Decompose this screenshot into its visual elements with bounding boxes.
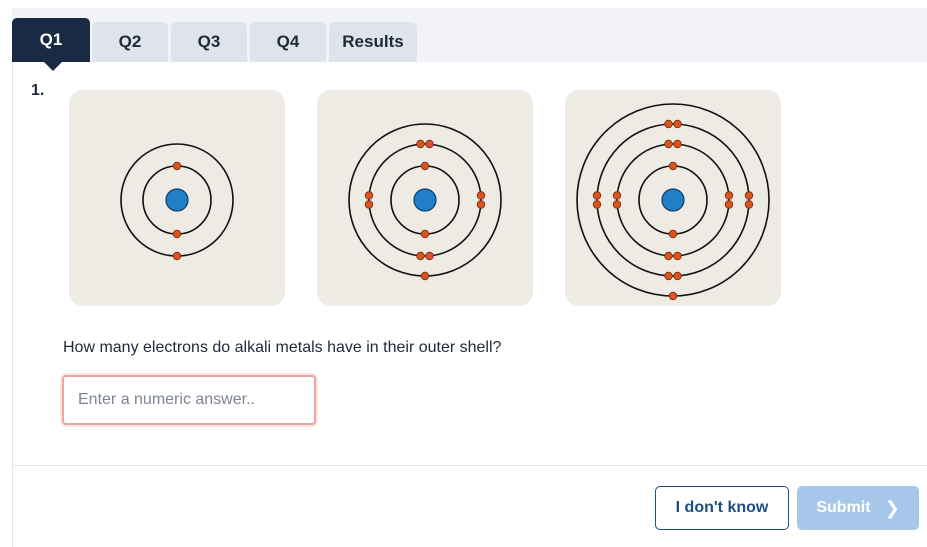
dont-know-button[interactable]: I don't know bbox=[655, 486, 789, 530]
active-tab-caret bbox=[44, 62, 62, 71]
electron bbox=[668, 291, 678, 301]
electron bbox=[724, 191, 734, 200]
electron bbox=[612, 191, 622, 200]
electron bbox=[673, 271, 682, 281]
electron bbox=[364, 191, 374, 200]
electron bbox=[476, 200, 486, 209]
electron bbox=[668, 229, 678, 239]
electron bbox=[664, 119, 673, 129]
electron bbox=[744, 191, 754, 200]
question-text: How many electrons do alkali metals have… bbox=[63, 339, 502, 356]
electron bbox=[673, 119, 682, 129]
electron bbox=[476, 191, 486, 200]
electron bbox=[592, 191, 602, 200]
electron bbox=[364, 200, 374, 209]
divider bbox=[13, 465, 927, 466]
electron bbox=[744, 200, 754, 209]
electron bbox=[425, 139, 434, 149]
atom-diagram-svg bbox=[348, 123, 502, 281]
electron bbox=[592, 200, 602, 209]
electron bbox=[724, 200, 734, 209]
tab-q4[interactable]: Q4 bbox=[250, 22, 326, 62]
question-number: 1. bbox=[31, 82, 45, 99]
electron bbox=[673, 251, 682, 261]
tab-q3[interactable]: Q3 bbox=[171, 22, 247, 62]
electron bbox=[420, 271, 430, 281]
tab-q2[interactable]: Q2 bbox=[92, 22, 168, 62]
nucleus bbox=[661, 188, 685, 212]
submit-label: Submit bbox=[816, 499, 871, 516]
electron bbox=[420, 229, 430, 239]
tab-results[interactable]: Results bbox=[329, 22, 417, 62]
electron bbox=[172, 229, 182, 239]
nucleus bbox=[413, 188, 437, 212]
electron bbox=[172, 161, 182, 171]
atom-diagram-lithium bbox=[69, 90, 285, 306]
electron bbox=[420, 161, 430, 171]
dont-know-label: I don't know bbox=[675, 499, 769, 516]
electron bbox=[673, 139, 682, 149]
electron bbox=[425, 251, 434, 261]
tab-bar: Q1 Q2 Q3 Q4 Results bbox=[12, 8, 927, 62]
electron bbox=[668, 161, 678, 171]
atom-diagram-sodium bbox=[317, 90, 533, 306]
atom-diagram-svg bbox=[120, 143, 234, 261]
electron bbox=[172, 251, 182, 261]
question-card: 1. How many electrons do alkali metals h… bbox=[12, 62, 927, 547]
tab-q1[interactable]: Q1 bbox=[12, 18, 90, 62]
submit-button[interactable]: Submit ❯ bbox=[797, 486, 919, 530]
electron bbox=[612, 200, 622, 209]
chevron-right-icon: ❯ bbox=[884, 497, 900, 518]
electron bbox=[664, 139, 673, 149]
electron bbox=[664, 251, 673, 261]
atom-diagram-svg bbox=[576, 103, 770, 301]
numeric-answer-input[interactable] bbox=[62, 375, 316, 425]
atom-diagram-potassium bbox=[565, 90, 781, 306]
electron bbox=[416, 251, 425, 261]
nucleus bbox=[165, 188, 189, 212]
electron bbox=[664, 271, 673, 281]
electron bbox=[416, 139, 425, 149]
